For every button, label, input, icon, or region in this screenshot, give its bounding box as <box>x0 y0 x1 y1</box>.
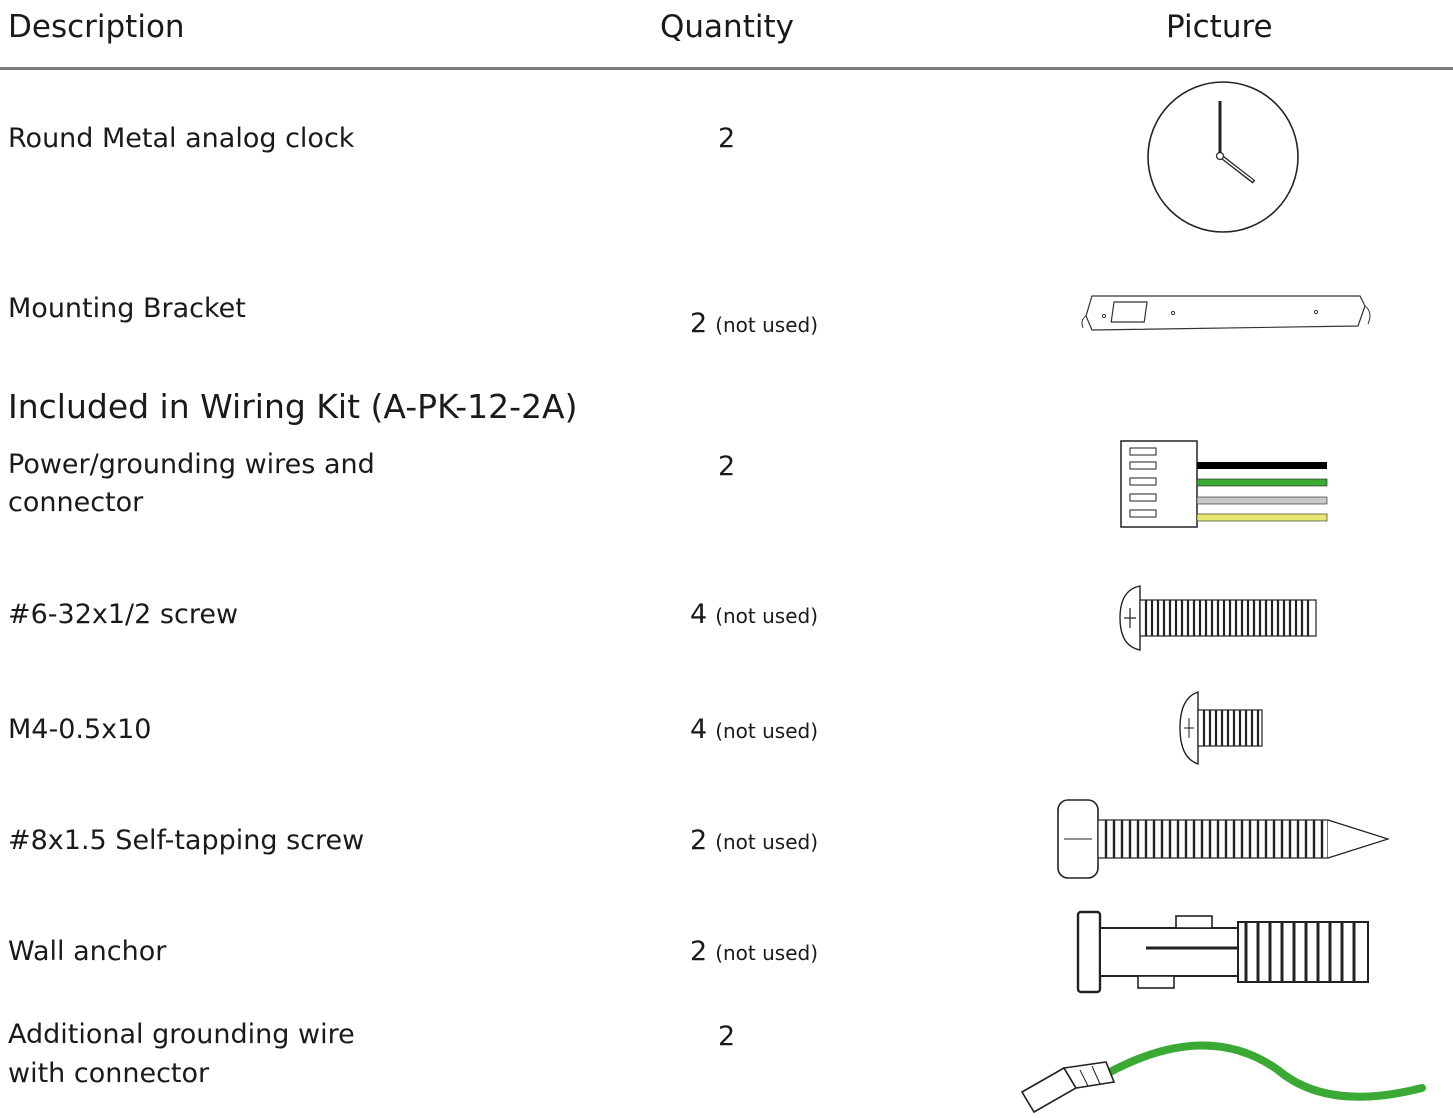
row-description: #6-32x1/2 screw <box>8 599 239 630</box>
header-divider <box>0 67 1453 70</box>
row-description: Mounting Bracket <box>8 293 246 324</box>
row-description: Round Metal analog clock <box>8 123 355 154</box>
row-description: #8x1.5 Self-tapping screw <box>8 825 365 856</box>
row-quantity: 4 (not used) <box>690 714 818 745</box>
header-description: Description <box>8 9 185 45</box>
screw-icon <box>1119 585 1317 651</box>
header-picture: Picture <box>1166 9 1273 45</box>
row-description-line2: with connector <box>8 1058 210 1089</box>
row-description: M4-0.5x10 <box>8 714 152 745</box>
row-quantity: 2 <box>718 1021 736 1052</box>
wall-anchor-icon <box>1076 910 1369 994</box>
header-quantity: Quantity <box>660 9 794 45</box>
row-description: Power/grounding wires and <box>8 449 375 480</box>
wire-connector-icon <box>1120 440 1328 528</box>
self-tapping-screw-icon <box>1057 799 1390 879</box>
grounding-wire-icon <box>1020 1041 1426 1114</box>
clock-icon <box>1147 81 1299 233</box>
row-quantity: 2 (not used) <box>690 936 818 967</box>
bracket-icon <box>1081 295 1371 331</box>
short-screw-icon <box>1179 691 1263 765</box>
row-description-line2: connector <box>8 487 144 518</box>
section-title: Included in Wiring Kit (A-PK-12-2A) <box>8 387 578 426</box>
row-quantity: 2 (not used) <box>690 825 818 856</box>
row-description: Wall anchor <box>8 936 167 967</box>
row-quantity: 4 (not used) <box>690 599 818 630</box>
row-quantity: 2 (not used) <box>690 308 818 339</box>
row-quantity: 2 <box>718 451 736 482</box>
row-description: Additional grounding wire <box>8 1019 355 1050</box>
row-quantity: 2 <box>718 123 736 154</box>
